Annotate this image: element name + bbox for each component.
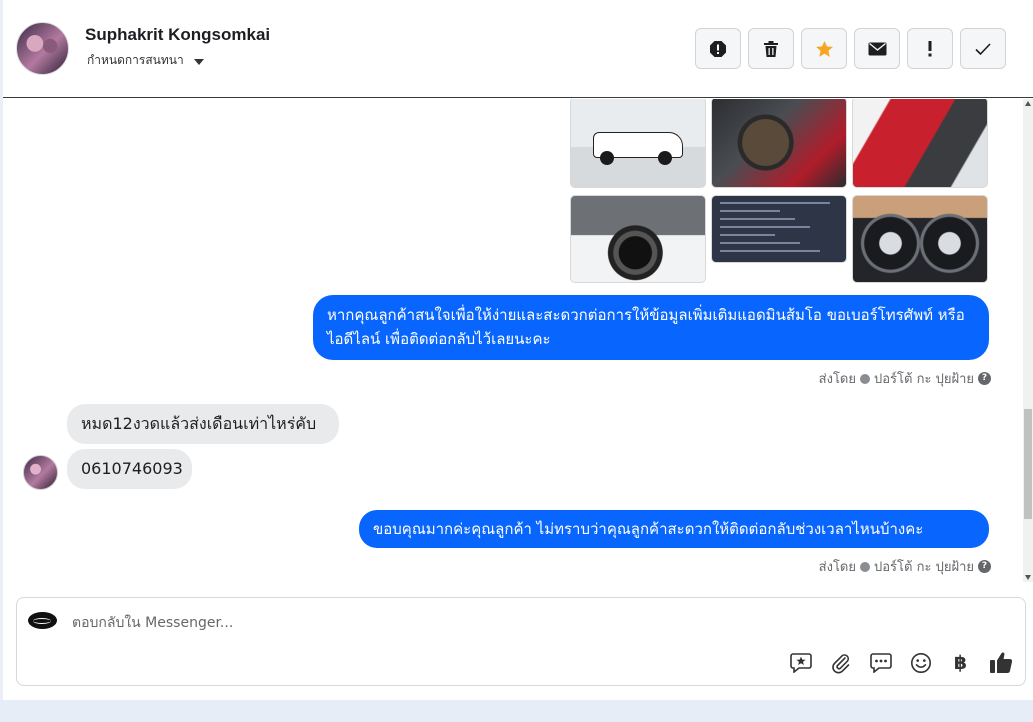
message-thread[interactable]: หากคุณลูกค้าสนใจเพื่อให้ง่ายและสะดวกต่อก…: [3, 99, 1033, 582]
conversation-header: Suphakrit Kongsomkai กำหนดการสนทนา: [3, 0, 1033, 98]
scrollbar-thumb[interactable]: [1024, 409, 1032, 519]
sent-by-info: ส่งโดย ปอร์โต้ กะ ปุยฝ้าย ?: [819, 556, 991, 577]
saved-replies-button[interactable]: [788, 650, 813, 675]
mark-unread-button[interactable]: [854, 28, 900, 69]
photo-attachment[interactable]: [711, 195, 847, 263]
exclamation-icon: [928, 40, 932, 56]
sent-by-label: ส่งโดย: [818, 560, 856, 575]
page-logo: [28, 612, 57, 629]
page-footer-background: [0, 700, 1033, 722]
incoming-message[interactable]: หมด12งวดแล้วส่งเดือนเท่าไหร่คับ: [67, 404, 339, 444]
paperclip-icon: [831, 653, 849, 673]
photo-attachment[interactable]: [852, 99, 988, 188]
quick-reply-button[interactable]: [868, 650, 893, 675]
like-button[interactable]: [988, 650, 1013, 675]
emoji-button[interactable]: [908, 650, 933, 675]
sender-name: ปอร์โต้ กะ ปุยฝ้าย: [874, 372, 974, 387]
help-icon[interactable]: ?: [978, 560, 991, 573]
photo-attachment-grid: [570, 99, 990, 285]
mail-icon: [868, 42, 886, 55]
photo-attachment[interactable]: [711, 99, 847, 188]
assign-conversation-label: กำหนดการสนทนา: [87, 53, 184, 67]
scroll-down-arrow-icon[interactable]: [1025, 575, 1031, 580]
caret-down-icon: [193, 58, 204, 65]
scroll-up-arrow-icon[interactable]: [1025, 101, 1031, 106]
thumbs-up-icon: [989, 652, 1012, 673]
baht-icon: ฿: [953, 651, 968, 674]
sent-by-info: ส่งโดย ปอร์โต้ กะ ปุยฝ้าย ?: [819, 368, 991, 389]
inbox-conversation-panel: Suphakrit Kongsomkai กำหนดการสนทนา หากคุ…: [3, 0, 1033, 700]
outgoing-message[interactable]: หากคุณลูกค้าสนใจเพื่อให้ง่ายและสะดวกต่อก…: [313, 295, 989, 360]
photo-attachment[interactable]: [852, 195, 988, 283]
attach-file-button[interactable]: [828, 650, 853, 675]
incoming-message[interactable]: 0610746093: [67, 449, 192, 489]
delete-button[interactable]: [748, 28, 794, 69]
contact-avatar-small[interactable]: [23, 455, 58, 490]
payment-button[interactable]: ฿: [948, 650, 973, 675]
assign-conversation-dropdown[interactable]: กำหนดการสนทนา: [87, 51, 204, 70]
reply-input[interactable]: [72, 612, 772, 634]
saved-reply-icon: [789, 653, 812, 673]
check-icon: [975, 42, 991, 55]
verified-icon: [860, 561, 870, 572]
sender-name: ปอร์โต้ กะ ปุยฝ้าย: [874, 560, 974, 575]
star-icon: [815, 40, 833, 57]
report-spam-button[interactable]: [695, 28, 741, 69]
composer-toolbar: ฿: [788, 650, 1013, 675]
trash-icon: [764, 40, 778, 57]
chat-bubble-icon: [869, 653, 892, 673]
sent-by-label: ส่งโดย: [818, 372, 856, 387]
flag-important-button[interactable]: [907, 28, 953, 69]
photo-attachment[interactable]: [570, 195, 706, 283]
verified-icon: [860, 373, 870, 384]
photo-attachment[interactable]: [570, 99, 706, 188]
reply-composer: ฿: [16, 597, 1026, 686]
mark-done-button[interactable]: [960, 28, 1006, 69]
header-actions: [695, 28, 1006, 69]
thread-scrollbar[interactable]: [1023, 99, 1033, 582]
report-icon: [710, 40, 726, 57]
outgoing-message[interactable]: ขอบคุณมากค่ะคุณลูกค้า ไม่ทราบว่าคุณลูกค้…: [359, 510, 989, 548]
contact-avatar[interactable]: [16, 22, 69, 75]
help-icon[interactable]: ?: [978, 372, 991, 385]
smiley-icon: [910, 652, 931, 673]
star-button[interactable]: [801, 28, 847, 69]
contact-name[interactable]: Suphakrit Kongsomkai: [85, 25, 270, 45]
